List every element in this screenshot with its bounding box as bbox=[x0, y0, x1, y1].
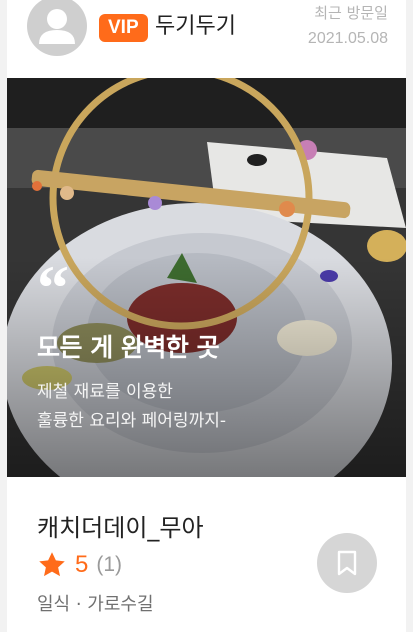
review-description: 제철 재료를 이용한 훌륭한 요리와 페어링까지- bbox=[37, 378, 226, 436]
restaurant-rating: 5 (1) bbox=[37, 548, 122, 582]
vip-badge: VIP bbox=[99, 14, 148, 42]
visit-label: 최근 방문일 bbox=[314, 4, 388, 22]
review-description-line: 제철 재료를 이용한 bbox=[37, 382, 173, 402]
visit-date: 2021.05.08 bbox=[307, 30, 388, 47]
quote-mark: “ bbox=[37, 252, 69, 323]
username[interactable]: 두기두기 bbox=[155, 12, 236, 42]
review-description-line: 훌륭한 요리와 페어링까지- bbox=[37, 411, 226, 431]
restaurant-category-location: 일식 · 가로수길 bbox=[37, 594, 154, 615]
rating-value: 5 bbox=[75, 551, 89, 578]
review-header: VIP 두기두기 최근 방문일 2021.05.08 bbox=[7, 0, 406, 76]
restaurant-name[interactable]: 캐치더데이_무아 bbox=[37, 508, 204, 543]
review-count: (1) bbox=[96, 553, 123, 576]
user-avatar-icon[interactable] bbox=[27, 0, 87, 56]
review-headline: 모든 게 완벽한 곳 bbox=[37, 333, 220, 362]
review-card[interactable]: VIP 두기두기 최근 방문일 2021.05.08 “ 모든 게 완벽한 곳 … bbox=[7, 0, 406, 632]
bookmark-icon bbox=[337, 550, 357, 576]
bookmark-button[interactable] bbox=[317, 533, 377, 593]
star-icon bbox=[39, 552, 65, 577]
review-photo[interactable]: “ 모든 게 완벽한 곳 제철 재료를 이용한 훌륭한 요리와 페어링까지- bbox=[7, 78, 406, 477]
